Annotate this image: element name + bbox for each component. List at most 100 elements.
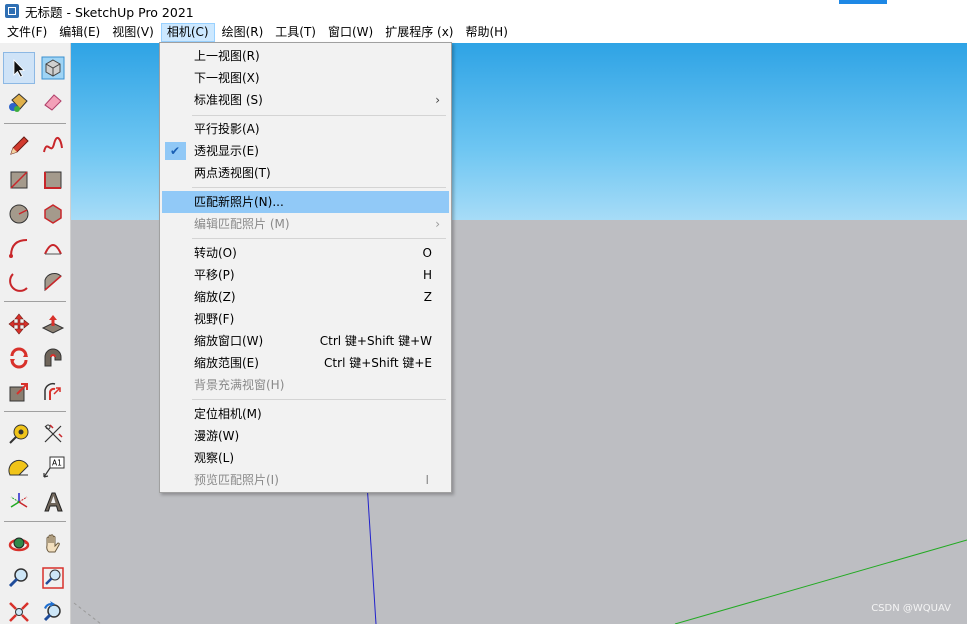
rotate-icon <box>10 347 28 369</box>
menu-separator <box>192 187 446 188</box>
checkmark-icon: ✔ <box>169 144 181 158</box>
menu-item-parallel-projection[interactable]: 平行投影(A) <box>162 118 449 140</box>
menu-camera[interactable]: 相机(C) <box>160 23 215 42</box>
menu-item-zoom-to-photo[interactable]: 背景充满视窗(H) <box>162 374 449 396</box>
arrow-cursor-icon <box>13 59 25 78</box>
dimension-tool-button[interactable] <box>37 418 69 450</box>
watermark-text: CSDN @WQUAV <box>871 603 951 614</box>
offset-icon <box>44 382 61 400</box>
menu-item-edit-matched-photo[interactable]: 编辑匹配照片 (M) › <box>162 213 449 235</box>
circle-tool-button[interactable] <box>3 198 35 230</box>
eraser-tool-button[interactable] <box>37 86 69 118</box>
move-tool-button[interactable] <box>3 308 35 340</box>
menu-separator <box>192 115 446 116</box>
toolbar-separator <box>4 301 66 302</box>
large-tool-set-toolbar: A1 <box>0 43 71 624</box>
window-title: 无标题 - SketchUp Pro 2021 <box>25 4 194 20</box>
select-tool-button[interactable] <box>3 52 35 84</box>
menu-item-perspective[interactable]: ✔ 透视显示(E) <box>162 140 449 162</box>
menu-window[interactable]: 窗口(W) <box>323 23 378 42</box>
hand-icon <box>46 534 60 553</box>
menu-item-orbit[interactable]: 转动(O) O <box>162 242 449 264</box>
follow-me-tool-button[interactable] <box>37 342 69 374</box>
red-axis-dashed-line <box>73 602 102 624</box>
svg-text:A1: A1 <box>52 459 62 468</box>
zoom-window-icon <box>42 567 64 589</box>
shortcut-label: O <box>422 246 432 260</box>
menu-item-look-around[interactable]: 观察(L) <box>162 447 449 469</box>
rotate-tool-button[interactable] <box>3 342 35 374</box>
paint-bucket-tool-button[interactable] <box>3 86 35 118</box>
orbit-tool-button[interactable] <box>3 528 35 560</box>
rectangle-tool-button[interactable] <box>3 164 35 196</box>
freehand-tool-button[interactable] <box>37 130 69 162</box>
zoom-tool-button[interactable] <box>3 562 35 594</box>
menu-item-previous-view[interactable]: 上一视图(R) <box>162 45 449 67</box>
orbit-icon <box>8 537 30 552</box>
three-point-arc-icon <box>9 273 28 292</box>
axes-icon <box>10 493 28 508</box>
two-point-arc-tool-button[interactable] <box>37 232 69 264</box>
scale-icon <box>9 383 28 402</box>
polygon-tool-button[interactable] <box>37 198 69 230</box>
shortcut-label: I <box>425 473 429 487</box>
menu-item-standard-views[interactable]: 标准视图 (S) › <box>162 89 449 111</box>
three-point-arc-tool-button[interactable] <box>3 266 35 298</box>
menu-item-match-new-photo[interactable]: 匹配新照片(N)... <box>162 191 449 213</box>
dimension-icon <box>44 424 63 443</box>
pie-icon <box>44 272 62 292</box>
rotated-rectangle-icon <box>44 171 62 189</box>
scale-tool-button[interactable] <box>3 376 35 408</box>
push-pull-icon <box>41 315 65 334</box>
arc-tool-button[interactable] <box>3 232 35 264</box>
title-bar-accent <box>839 0 887 4</box>
tape-measure-tool-button[interactable] <box>3 418 35 450</box>
magnifier-icon <box>8 568 28 588</box>
camera-dropdown-menu: 上一视图(R) 下一视图(X) 标准视图 (S) › 平行投影(A) ✔ 透视显… <box>159 42 452 493</box>
rotated-rectangle-tool-button[interactable] <box>37 164 69 196</box>
menu-item-position-camera[interactable]: 定位相机(M) <box>162 403 449 425</box>
menu-item-walk[interactable]: 漫游(W) <box>162 425 449 447</box>
make-component-tool-button[interactable] <box>37 52 69 84</box>
axes-tool-button[interactable] <box>3 486 35 518</box>
menu-draw[interactable]: 绘图(R) <box>217 23 269 42</box>
eraser-icon <box>44 94 62 111</box>
pie-tool-button[interactable] <box>37 266 69 298</box>
pencil-icon <box>10 136 29 155</box>
push-pull-tool-button[interactable] <box>37 308 69 340</box>
shortcut-label: Z <box>423 290 432 304</box>
menu-item-two-point-perspective[interactable]: 两点透视图(T) <box>162 162 449 184</box>
3d-text-icon <box>44 492 63 512</box>
two-point-arc-icon <box>44 244 62 255</box>
menu-item-preview-matched-photo[interactable]: 预览匹配照片(I) I <box>162 469 449 491</box>
menu-view[interactable]: 视图(V) <box>107 23 159 42</box>
zoom-extents-tool-button[interactable] <box>3 596 35 628</box>
menu-file[interactable]: 文件(F) <box>2 23 52 42</box>
menu-item-next-view[interactable]: 下一视图(X) <box>162 67 449 89</box>
sketchup-app-icon <box>5 4 19 18</box>
shortcut-label: H <box>422 268 432 282</box>
menu-help[interactable]: 帮助(H) <box>460 23 512 42</box>
menu-edit[interactable]: 编辑(E) <box>54 23 105 42</box>
previous-view-tool-button[interactable] <box>37 596 69 628</box>
3d-text-tool-button[interactable] <box>37 486 69 518</box>
menu-bar: 文件(F) 编辑(E) 视图(V) 相机(C) 绘图(R) 工具(T) 窗口(W… <box>0 22 967 43</box>
protractor-tool-button[interactable] <box>3 452 35 484</box>
menu-item-zoom[interactable]: 缩放(Z) Z <box>162 286 449 308</box>
line-tool-button[interactable] <box>3 130 35 162</box>
zoom-window-tool-button[interactable] <box>37 562 69 594</box>
rectangle-icon <box>10 171 28 189</box>
shortcut-label: Ctrl 键+Shift 键+E <box>324 356 432 370</box>
menu-item-zoom-extents[interactable]: 缩放范围(E) Ctrl 键+Shift 键+E <box>162 352 449 374</box>
menu-item-pan[interactable]: 平移(P) H <box>162 264 449 286</box>
pan-tool-button[interactable] <box>37 528 69 560</box>
polygon-icon <box>44 204 62 224</box>
offset-tool-button[interactable] <box>37 376 69 408</box>
menu-extensions[interactable]: 扩展程序 (x) <box>380 23 458 42</box>
menu-tools[interactable]: 工具(T) <box>270 23 321 42</box>
toolbar-separator <box>4 411 66 412</box>
menu-item-zoom-window[interactable]: 缩放窗口(W) Ctrl 键+Shift 键+W <box>162 330 449 352</box>
text-tool-button[interactable]: A1 <box>37 452 69 484</box>
circle-icon <box>9 204 29 224</box>
menu-item-field-of-view[interactable]: 视野(F) <box>162 308 449 330</box>
